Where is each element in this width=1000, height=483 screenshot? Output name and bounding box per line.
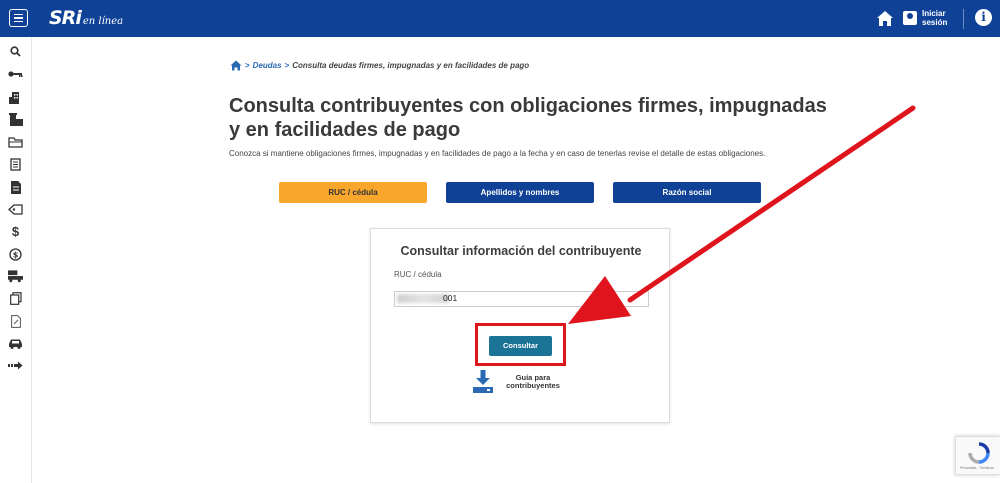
top-bar: SRi en línea Iniciar sesión i: [0, 0, 1000, 37]
copy-icon[interactable]: [8, 291, 23, 305]
page-description: Conozca si mantiene obligaciones firmes,…: [229, 149, 766, 158]
ruc-field-label: RUC / cédula: [394, 270, 442, 279]
coin-icon[interactable]: $: [8, 247, 23, 261]
breadcrumb-link-deudas[interactable]: Deudas: [253, 61, 282, 70]
sri-logo[interactable]: SRi en línea: [49, 7, 123, 29]
tab-apellidos-nombres[interactable]: Apellidos y nombres: [446, 182, 594, 203]
download-icon: [473, 370, 493, 393]
office-icon[interactable]: [8, 112, 23, 126]
breadcrumb-current: Consulta deudas firmes, impugnadas y en …: [292, 61, 530, 70]
breadcrumb-separator: >: [284, 61, 290, 70]
svg-text:$: $: [13, 250, 19, 259]
info-icon[interactable]: i: [975, 9, 992, 26]
page-title: Consulta contribuyentes con obligaciones…: [229, 95, 827, 141]
consult-form-card: Consultar información del contribuyente …: [370, 228, 670, 423]
tab-razon-social[interactable]: Razón social: [613, 182, 761, 203]
login-label: Iniciar sesión: [922, 9, 948, 27]
arrow-right-icon[interactable]: [8, 358, 23, 372]
redacted-value: [397, 294, 449, 303]
login-button[interactable]: Iniciar sesión: [903, 9, 952, 27]
recaptcha-icon: [968, 442, 990, 464]
breadcrumb: > Deudas > Consulta deudas firmes, impug…: [230, 60, 529, 71]
key-icon[interactable]: [8, 67, 23, 81]
menu-icon[interactable]: [9, 9, 28, 27]
file-icon[interactable]: [8, 180, 23, 194]
building-icon[interactable]: [8, 90, 23, 104]
guide-label: Guía para contribuyentes: [506, 372, 560, 390]
home-icon[interactable]: [230, 60, 242, 71]
form-title: Consultar información del contribuyente: [400, 244, 642, 258]
user-icon: [903, 11, 917, 25]
recaptcha-text: Privacidad - Términos: [960, 466, 994, 470]
header-divider: [963, 9, 964, 29]
annotation-highlight-box: [475, 323, 566, 366]
ruc-input-value: 001: [443, 293, 458, 303]
recaptcha-badge[interactable]: Privacidad - Términos: [955, 436, 1000, 475]
tab-ruc-cedula[interactable]: RUC / cédula: [279, 182, 427, 203]
document-icon[interactable]: [8, 157, 23, 171]
dollar-icon[interactable]: $: [8, 224, 23, 239]
tag-icon[interactable]: [8, 202, 23, 216]
guide-link[interactable]: Guía para contribuyentes: [473, 370, 563, 394]
sidebar: $ $: [0, 37, 32, 483]
car-icon[interactable]: [8, 336, 23, 350]
edit-document-icon[interactable]: [8, 314, 23, 328]
truck-icon[interactable]: [8, 269, 23, 283]
home-icon[interactable]: [876, 10, 894, 27]
breadcrumb-separator: >: [245, 61, 250, 70]
search-icon[interactable]: [8, 44, 23, 58]
folder-icon[interactable]: [8, 135, 23, 149]
